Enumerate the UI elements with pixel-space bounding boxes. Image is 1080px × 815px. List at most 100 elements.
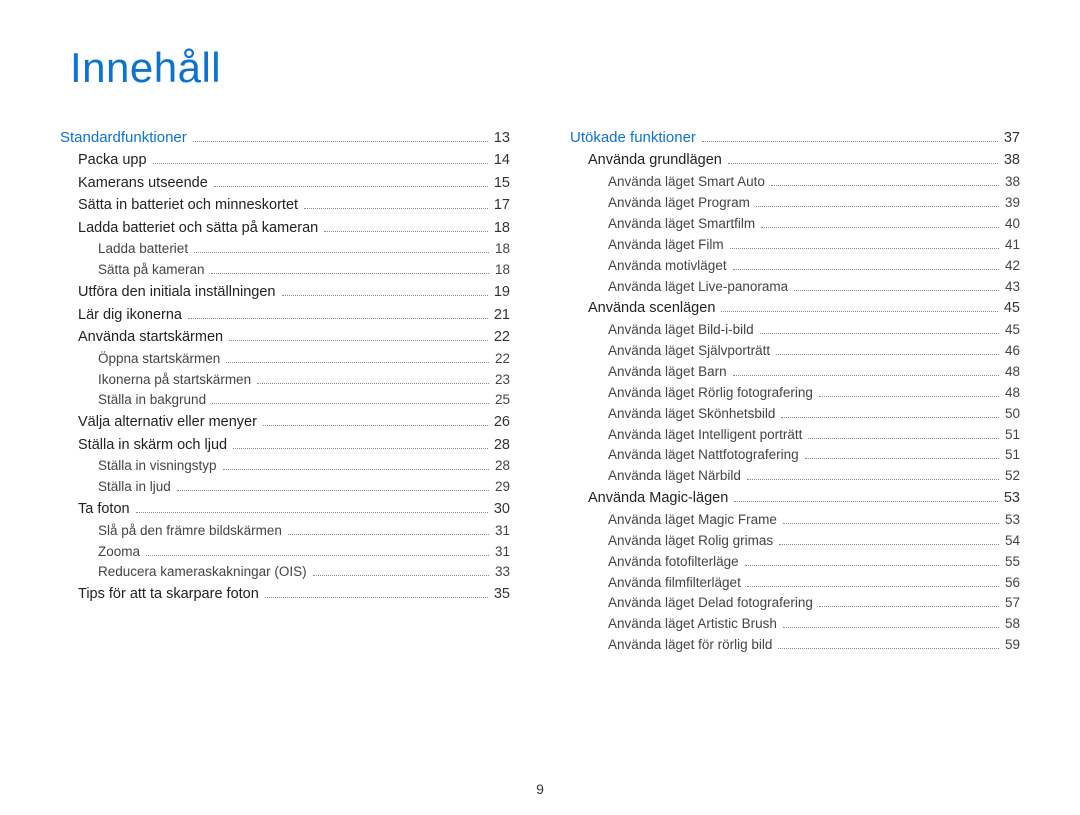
toc-subitem-link[interactable]: Reducera kameraskakningar (OIS)33	[60, 562, 510, 583]
toc-subitem-link[interactable]: Använda läget för rörlig bild59	[570, 635, 1020, 656]
toc-subitem-link[interactable]: Använda läget Film41	[570, 235, 1020, 256]
toc-section-link[interactable]: Utökade funktioner37	[570, 126, 1020, 149]
toc-item-link[interactable]: Kamerans utseende 15	[60, 172, 510, 194]
toc-dot-leader	[214, 186, 488, 187]
toc-dot-leader	[805, 458, 999, 459]
toc-subitem-link[interactable]: Ladda batteriet18	[60, 239, 510, 260]
toc-entry-label: Öppna startskärmen	[98, 349, 220, 370]
toc-dot-leader	[223, 469, 489, 470]
toc-entry-label: Kamerans utseende	[78, 172, 208, 194]
toc-entry-page: 48	[1005, 362, 1020, 383]
page-title: Innehåll	[70, 44, 1020, 92]
toc-subitem-link[interactable]: Ställa in ljud29	[60, 477, 510, 498]
toc-entry-label: Använda läget Rolig grimas	[608, 531, 773, 552]
toc-subitem-link[interactable]: Använda motivläget42	[570, 256, 1020, 277]
toc-entry-page: 53	[1004, 487, 1020, 509]
toc-subitem-link[interactable]: Använda läget Live-panorama43	[570, 277, 1020, 298]
toc-entry-page: 18	[495, 239, 510, 260]
toc-subitem-link[interactable]: Använda filmfilterläget56	[570, 573, 1020, 594]
toc-dot-leader	[263, 425, 488, 426]
toc-dot-leader	[226, 362, 489, 363]
toc-entry-page: 51	[1005, 445, 1020, 466]
toc-dot-leader	[761, 227, 999, 228]
toc-entry-page: 28	[494, 434, 510, 456]
toc-subitem-link[interactable]: Använda läget Program39	[570, 193, 1020, 214]
toc-subitem-link[interactable]: Använda läget Nattfotografering51	[570, 445, 1020, 466]
toc-item-link[interactable]: Ta foton30	[60, 498, 510, 520]
toc-subitem-link[interactable]: Använda läget Magic Frame53	[570, 510, 1020, 531]
toc-entry-label: Använda Magic-lägen	[588, 487, 728, 509]
toc-subitem-link[interactable]: Använda läget Smartfilm40	[570, 214, 1020, 235]
toc-dot-leader	[177, 490, 489, 491]
toc-dot-leader	[211, 273, 489, 274]
toc-dot-leader	[265, 597, 488, 598]
toc-dot-leader	[728, 163, 998, 164]
toc-subitem-link[interactable]: Använda läget Skönhetsbild50	[570, 404, 1020, 425]
toc-entry-label: Utföra den initiala inställningen	[78, 281, 276, 303]
toc-item-link[interactable]: Tips för att ta skarpare foton35	[60, 583, 510, 605]
toc-subitem-link[interactable]: Använda läget Självporträtt46	[570, 341, 1020, 362]
toc-dot-leader	[756, 206, 999, 207]
toc-entry-label: Använda läget Intelligent porträtt	[608, 425, 802, 446]
toc-dot-leader	[781, 417, 999, 418]
toc-entry-label: Slå på den främre bildskärmen	[98, 521, 282, 542]
toc-entry-page: 42	[1005, 256, 1020, 277]
toc-subitem-link[interactable]: Använda läget Artistic Brush58	[570, 614, 1020, 635]
toc-entry-page: 38	[1005, 172, 1020, 193]
toc-entry-page: 30	[494, 498, 510, 520]
toc-entry-page: 41	[1005, 235, 1020, 256]
toc-item-link[interactable]: Utföra den initiala inställningen19	[60, 281, 510, 303]
toc-item-link[interactable]: Ställa in skärm och ljud 28	[60, 434, 510, 456]
toc-item-link[interactable]: Lär dig ikonerna21	[60, 304, 510, 326]
toc-entry-page: 57	[1005, 593, 1020, 614]
toc-subitem-link[interactable]: Använda läget Intelligent porträtt51	[570, 425, 1020, 446]
toc-subitem-link[interactable]: Använda läget Smart Auto38	[570, 172, 1020, 193]
toc-item-link[interactable]: Packa upp14	[60, 149, 510, 171]
toc-subitem-link[interactable]: Använda läget Delad fotografering 57	[570, 593, 1020, 614]
toc-dot-leader	[282, 295, 488, 296]
toc-subitem-link[interactable]: Använda läget Barn48	[570, 362, 1020, 383]
toc-entry-page: 28	[495, 456, 510, 477]
toc-item-link[interactable]: Använda startskärmen22	[60, 326, 510, 348]
toc-entry-label: Använda läget Magic Frame	[608, 510, 777, 531]
toc-subitem-link[interactable]: Använda läget Rörlig fotografering48	[570, 383, 1020, 404]
toc-section-link[interactable]: Standardfunktioner13	[60, 126, 510, 149]
toc-dot-leader	[783, 523, 999, 524]
toc-subitem-link[interactable]: Ställa in bakgrund25	[60, 390, 510, 411]
toc-item-link[interactable]: Använda Magic-lägen 53	[570, 487, 1020, 509]
toc-item-link[interactable]: Sätta in batteriet och minneskortet17	[60, 194, 510, 216]
toc-entry-label: Använda scenlägen	[588, 297, 715, 319]
toc-entry-page: 29	[495, 477, 510, 498]
toc-subitem-link[interactable]: Använda läget Rolig grimas54	[570, 531, 1020, 552]
toc-entry-page: 15	[494, 172, 510, 194]
toc-subitem-link[interactable]: Öppna startskärmen22	[60, 349, 510, 370]
toc-entry-page: 23	[495, 370, 510, 391]
toc-subitem-link[interactable]: Använda läget Närbild52	[570, 466, 1020, 487]
toc-entry-page: 26	[494, 411, 510, 433]
toc-dot-leader	[733, 269, 999, 270]
toc-entry-label: Använda läget för rörlig bild	[608, 635, 772, 656]
toc-item-link[interactable]: Välja alternativ eller menyer 26	[60, 411, 510, 433]
toc-entry-label: Ställa in skärm och ljud	[78, 434, 227, 456]
toc-entry-label: Använda läget Delad fotografering	[608, 593, 813, 614]
toc-entry-label: Välja alternativ eller menyer	[78, 411, 257, 433]
toc-subitem-link[interactable]: Slå på den främre bildskärmen 31	[60, 521, 510, 542]
toc-entry-page: 31	[495, 521, 510, 542]
toc-entry-label: Använda läget Live-panorama	[608, 277, 788, 298]
toc-item-link[interactable]: Använda grundlägen38	[570, 149, 1020, 171]
toc-entry-page: 45	[1004, 297, 1020, 319]
toc-subitem-link[interactable]: Använda fotofilterläge55	[570, 552, 1020, 573]
toc-entry-label: Använda läget Program	[608, 193, 750, 214]
toc-subitem-link[interactable]: Använda läget Bild-i-bild45	[570, 320, 1020, 341]
toc-entry-page: 18	[495, 260, 510, 281]
toc-item-link[interactable]: Använda scenlägen 45	[570, 297, 1020, 319]
page-number: 9	[0, 781, 1080, 797]
toc-subitem-link[interactable]: Ställa in visningstyp28	[60, 456, 510, 477]
toc-dot-leader	[730, 248, 999, 249]
toc-entry-label: Standardfunktioner	[60, 126, 187, 149]
toc-subitem-link[interactable]: Sätta på kameran18	[60, 260, 510, 281]
toc-dot-leader	[721, 311, 997, 312]
toc-subitem-link[interactable]: Ikonerna på startskärmen23	[60, 370, 510, 391]
toc-subitem-link[interactable]: Zooma31	[60, 542, 510, 563]
toc-item-link[interactable]: Ladda batteriet och sätta på kameran18	[60, 217, 510, 239]
